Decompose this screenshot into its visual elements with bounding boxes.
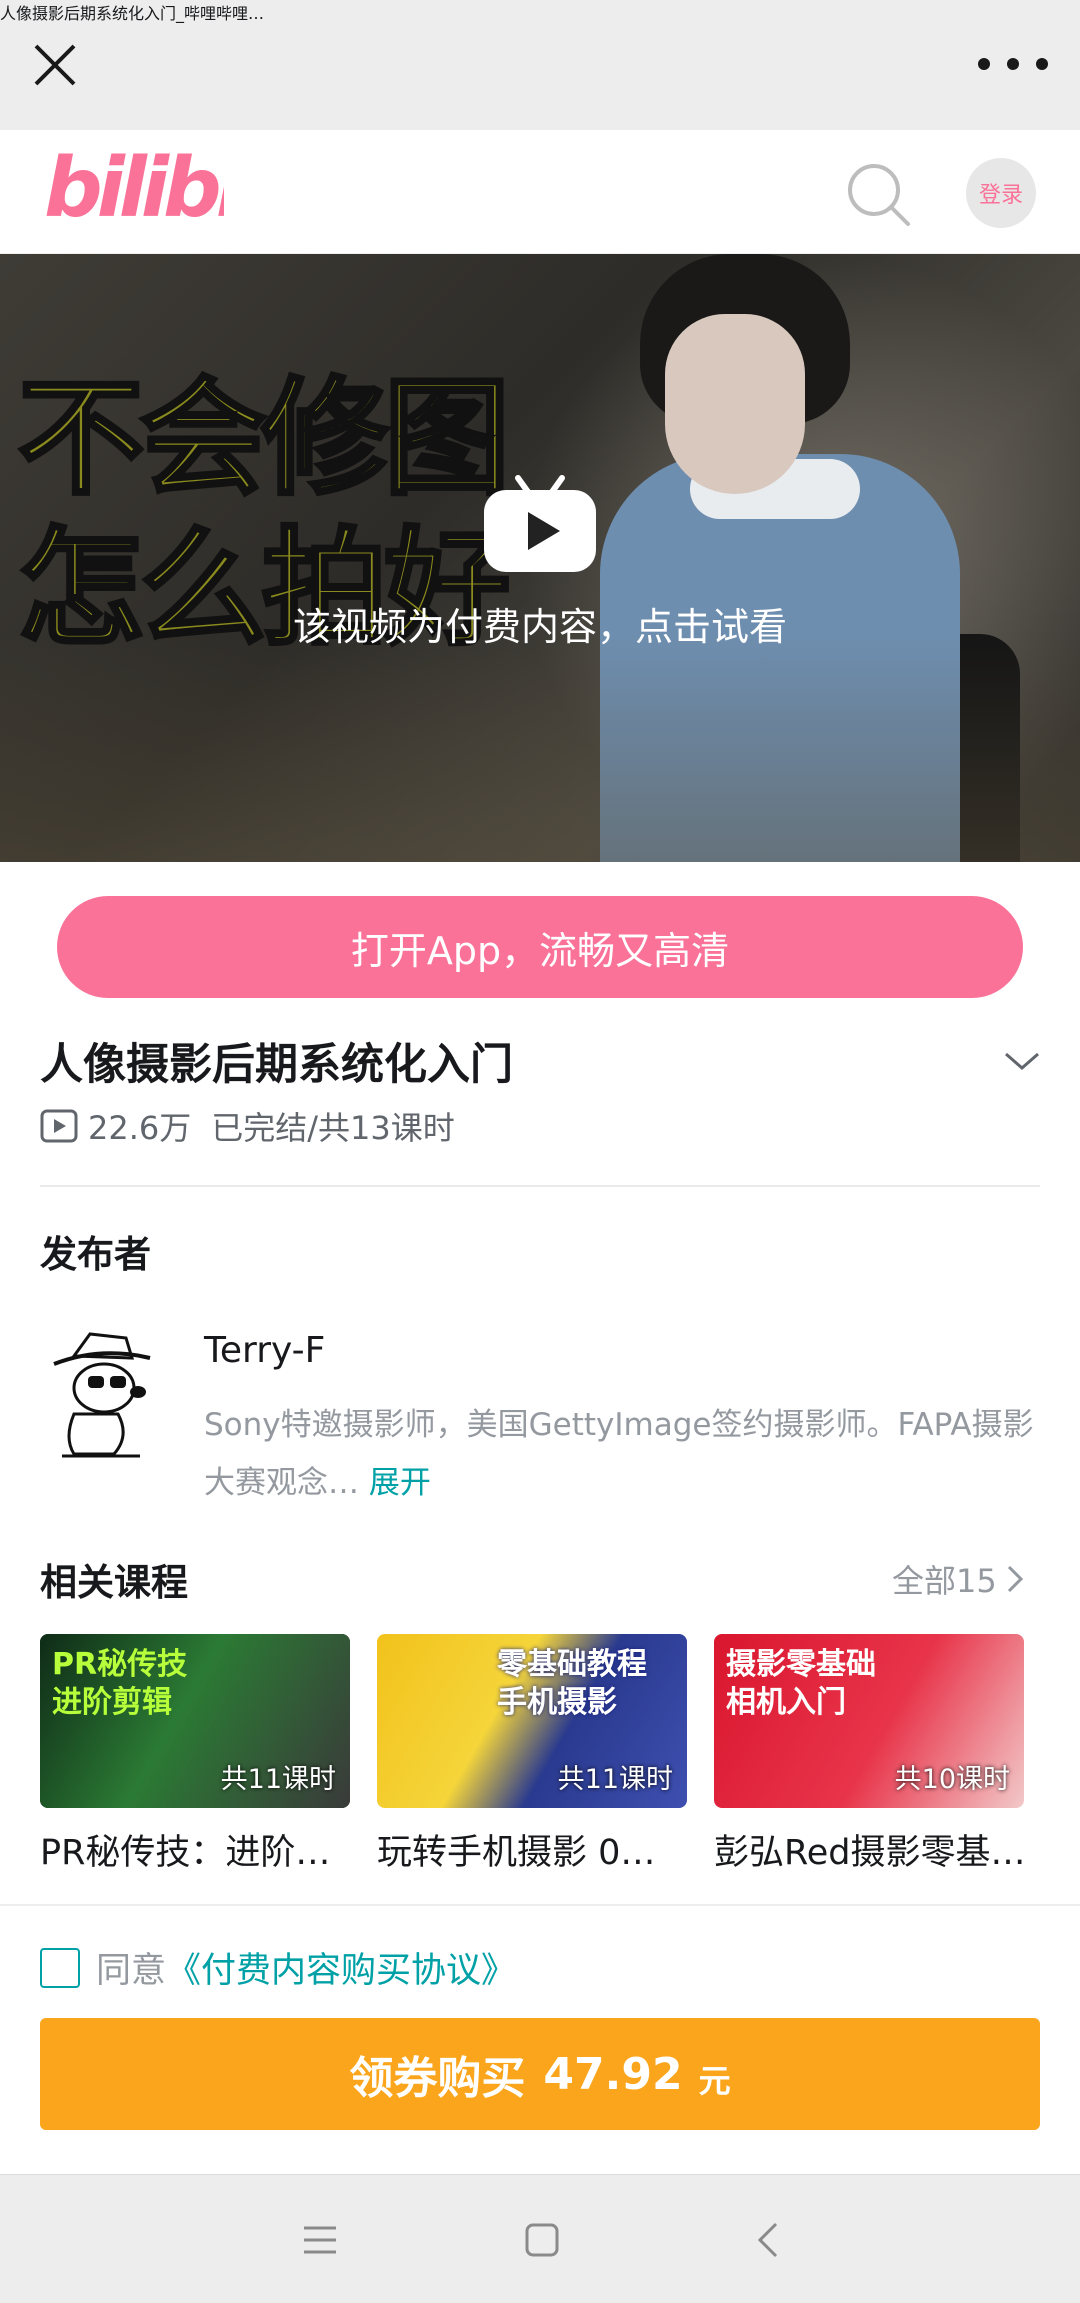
publisher-avatar[interactable] bbox=[44, 1328, 158, 1468]
publisher-desc-text: Sony特邀摄影师，美国GettyImage签约摄影师。FAPA摄影大赛观念… bbox=[204, 1407, 1034, 1501]
buy-label: 领券购买 bbox=[349, 2053, 526, 2104]
chevron-down-icon[interactable] bbox=[1002, 1046, 1042, 1076]
divider bbox=[40, 1185, 1040, 1187]
chevron-right-icon bbox=[1007, 1565, 1023, 1593]
back-icon[interactable] bbox=[756, 2222, 780, 2258]
lesson-count: 共11课时 bbox=[220, 1764, 336, 1795]
video-foreground-shade bbox=[0, 634, 1080, 862]
publisher-heading: 发布者 bbox=[40, 1233, 151, 1276]
play-icon[interactable] bbox=[482, 474, 598, 574]
window-title: 人像摄影后期系统化入门_哔哩哔哩… bbox=[0, 4, 265, 23]
agreement-link[interactable]: 《付费内容购买协议》 bbox=[166, 1942, 516, 1993]
related-all-link[interactable]: 全部15 bbox=[892, 1556, 1025, 1602]
related-card[interactable]: 零基础教程 手机摄影 共11课时 玩转手机摄影 0… bbox=[377, 1634, 687, 1875]
agree-checkbox[interactable] bbox=[40, 1947, 80, 1988]
divider bbox=[0, 1904, 1080, 1906]
buy-price: 47.92 bbox=[543, 2048, 683, 2100]
related-thumb: PR秘传技 进阶剪辑 共11课时 bbox=[40, 1634, 350, 1808]
related-card[interactable]: 摄影零基础 相机入门 共10课时 彭弘Red摄影零基… bbox=[714, 1634, 1024, 1875]
related-thumb: 摄影零基础 相机入门 共10课时 bbox=[714, 1634, 1024, 1808]
more-icon[interactable] bbox=[978, 58, 1048, 72]
publisher-name[interactable]: Terry-F bbox=[204, 1330, 325, 1371]
home-icon[interactable] bbox=[524, 2222, 560, 2258]
login-button[interactable]: 登录 bbox=[966, 158, 1036, 228]
buy-button[interactable]: 领券购买 47.92 元 bbox=[40, 2018, 1040, 2130]
bilibili-logo[interactable]: bilibili bbox=[44, 140, 224, 230]
related-heading: 相关课程 bbox=[40, 1561, 188, 1604]
publisher-description: Sony特邀摄影师，美国GettyImage签约摄影师。FAPA摄影大赛观念… … bbox=[204, 1396, 1034, 1512]
play-count-icon bbox=[40, 1109, 78, 1143]
open-app-button[interactable]: 打开App，流畅又高清 bbox=[57, 896, 1023, 998]
buy-unit: 元 bbox=[698, 2062, 731, 2100]
video-person-face bbox=[665, 314, 805, 494]
agree-prefix: 同意 bbox=[96, 1951, 167, 1991]
related-card[interactable]: PR秘传技 进阶剪辑 共11课时 PR秘传技：进阶… bbox=[40, 1634, 350, 1875]
related-card-title: 彭弘Red摄影零基… bbox=[714, 1833, 1024, 1873]
search-icon[interactable] bbox=[844, 160, 914, 230]
thumb-title: 零基础教程 手机摄影 bbox=[497, 1647, 647, 1720]
svg-text:bilibili: bilibili bbox=[44, 141, 224, 230]
agreement-row: 同意 《付费内容购买协议》 bbox=[40, 1942, 516, 1993]
thumb-title: 摄影零基础 相机入门 bbox=[726, 1647, 876, 1720]
view-count: 22.6万 bbox=[88, 1109, 192, 1147]
related-thumb: 零基础教程 手机摄影 共11课时 bbox=[377, 1634, 687, 1808]
menu-icon[interactable] bbox=[302, 2224, 338, 2256]
course-title: 人像摄影后期系统化入门 bbox=[40, 1040, 513, 1090]
course-stats: 22.6万 已完结/共13课时 bbox=[40, 1104, 455, 1148]
related-card-title: 玩转手机摄影 0… bbox=[377, 1833, 656, 1873]
lesson-count: 共10课时 bbox=[894, 1764, 1010, 1795]
expand-link[interactable]: 展开 bbox=[369, 1465, 431, 1501]
course-status: 已完结/共13课时 bbox=[211, 1109, 455, 1147]
lesson-count: 共11课时 bbox=[557, 1764, 673, 1795]
promo-line-1: 不会修图 bbox=[16, 363, 512, 514]
thumb-title: PR秘传技 进阶剪辑 bbox=[52, 1647, 188, 1720]
video-paid-caption[interactable]: 该视频为付费内容，点击试看 bbox=[0, 596, 1080, 651]
related-card-title: PR秘传技：进阶… bbox=[40, 1833, 331, 1873]
related-all-label: 全部15 bbox=[892, 1562, 997, 1600]
